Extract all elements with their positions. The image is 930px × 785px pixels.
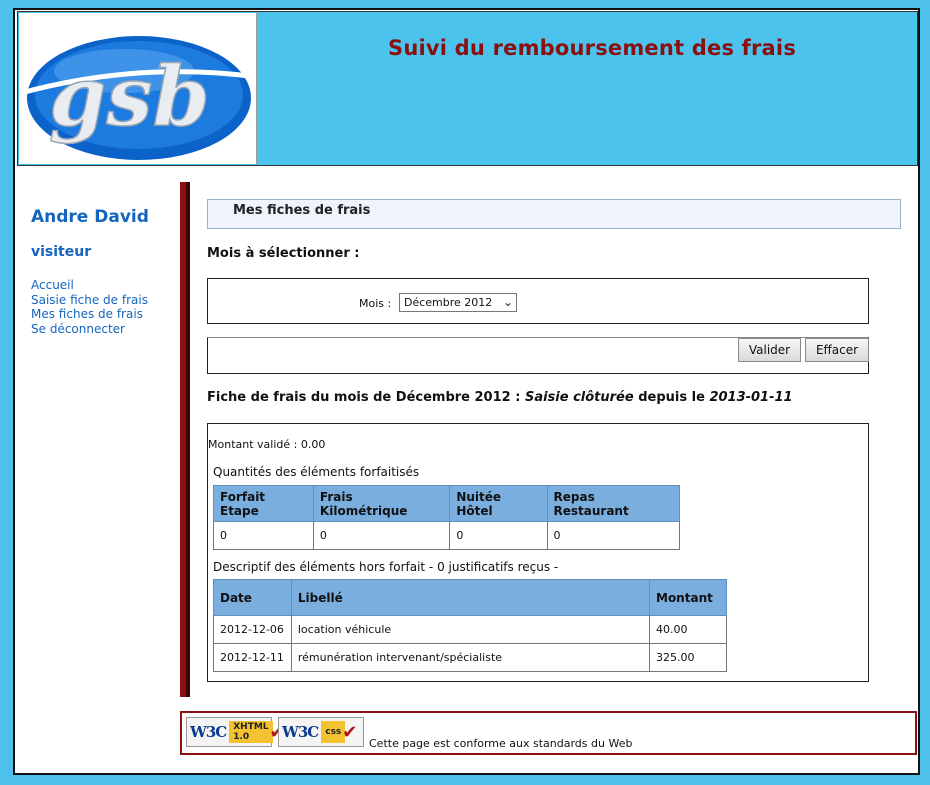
- app-title: Suivi du remboursement des frais: [388, 36, 797, 60]
- column-header: Forfait Etape: [213, 485, 314, 522]
- footer: W3C XHTML 1.0 ✔ W3C css ✔ Cette page est…: [180, 711, 917, 755]
- form-buttons: Valider Effacer: [207, 337, 869, 374]
- logo-text: gsb: [49, 49, 210, 145]
- w3c-logo-text: W3C: [282, 723, 319, 741]
- fiche-heading-mid: depuis le: [633, 390, 710, 405]
- forfait-caption: Quantités des éléments forfaitisés: [213, 465, 420, 479]
- month-form: Mois : Décembre 2012 ⌄: [207, 278, 869, 324]
- table-header-row: Date Libellé Montant: [213, 579, 727, 616]
- menu-item-accueil[interactable]: Accueil: [31, 278, 148, 293]
- content-separator-bar: [180, 182, 190, 697]
- fiche-heading-prefix: Fiche de frais du mois de Décembre 2012 …: [207, 390, 525, 405]
- column-header: Libellé: [290, 579, 651, 616]
- mois-select-value: Décembre 2012: [404, 296, 493, 309]
- hors-forfait-table: Date Libellé Montant 2012-12-06 location…: [213, 579, 727, 672]
- select-month-prompt: Mois à sélectionner :: [207, 246, 360, 261]
- xhtml-tag-label: XHTML: [233, 722, 269, 732]
- table-cell: 0: [449, 521, 548, 550]
- w3c-css-badge[interactable]: W3C css ✔: [278, 717, 364, 747]
- section-title-box: Mes fiches de frais: [207, 199, 901, 229]
- table-row: 2012-12-11 rémunération intervenant/spéc…: [213, 643, 727, 672]
- gsb-logo: gsb: [19, 13, 257, 164]
- fiche-etat: Saisie clôturée: [524, 390, 634, 405]
- w3c-xhtml-badge[interactable]: W3C XHTML 1.0 ✔: [186, 717, 285, 747]
- table-cell: 325.00: [649, 643, 727, 672]
- table-cell: 0: [312, 521, 451, 550]
- section-title: Mes fiches de frais: [233, 203, 371, 218]
- menu-item-deconnecter[interactable]: Se déconnecter: [31, 322, 148, 337]
- user-name: Andre David: [31, 207, 149, 227]
- column-header: Frais Kilométrique: [312, 485, 451, 522]
- table-cell: location véhicule: [290, 615, 651, 644]
- column-header: Nuitée Hôtel: [449, 485, 548, 522]
- hors-forfait-caption: Descriptif des éléments hors forfait - 0…: [213, 560, 559, 574]
- table-cell: 40.00: [649, 615, 727, 644]
- menu-item-mes-fiches[interactable]: Mes fiches de frais: [31, 307, 148, 322]
- valider-button[interactable]: Valider: [738, 338, 801, 362]
- table-cell: 2012-12-06: [213, 615, 292, 644]
- column-header: Repas Restaurant: [546, 485, 681, 522]
- fiche-date-modif: 2013-01-11: [709, 390, 793, 405]
- table-cell: 2012-12-11: [213, 643, 292, 672]
- table-row: 0 0 0 0: [213, 521, 681, 550]
- table-cell: rémunération intervenant/spécialiste: [290, 643, 651, 672]
- fiche-details: Montant validé : 0.00 Quantités des élém…: [207, 423, 869, 682]
- table-cell: 0: [213, 521, 314, 550]
- table-row: 2012-12-06 location véhicule 40.00: [213, 615, 727, 644]
- sidebar-menu: Accueil Saisie fiche de frais Mes fiches…: [31, 278, 148, 336]
- checkmark-icon: ✔: [342, 721, 358, 743]
- table-header-row: Forfait Etape Frais Kilométrique Nuitée …: [213, 485, 681, 522]
- effacer-button[interactable]: Effacer: [805, 338, 869, 362]
- chevron-down-icon: ⌄: [502, 295, 513, 309]
- mois-label: Mois :: [359, 297, 392, 310]
- css-tag-label: css: [325, 727, 342, 737]
- forfait-table: Forfait Etape Frais Kilométrique Nuitée …: [213, 485, 681, 550]
- column-header: Montant: [649, 579, 727, 616]
- mois-select[interactable]: Décembre 2012 ⌄: [399, 293, 517, 312]
- conformance-text: Cette page est conforme aux standards du…: [369, 737, 633, 750]
- table-cell: 0: [546, 521, 681, 550]
- fiche-heading: Fiche de frais du mois de Décembre 2012 …: [207, 390, 793, 405]
- menu-item-saisie-fiche[interactable]: Saisie fiche de frais: [31, 293, 148, 308]
- user-role: visiteur: [31, 244, 92, 260]
- header: gsb Suivi du remboursement des frais: [17, 11, 918, 166]
- xhtml-version-label: 1.0: [233, 732, 250, 742]
- column-header: Date: [213, 579, 292, 616]
- xhtml-tag: XHTML 1.0: [229, 721, 273, 743]
- montant-valide: Montant validé : 0.00: [208, 438, 326, 451]
- w3c-logo-text: W3C: [190, 723, 227, 741]
- logo-image: gsb: [20, 36, 256, 160]
